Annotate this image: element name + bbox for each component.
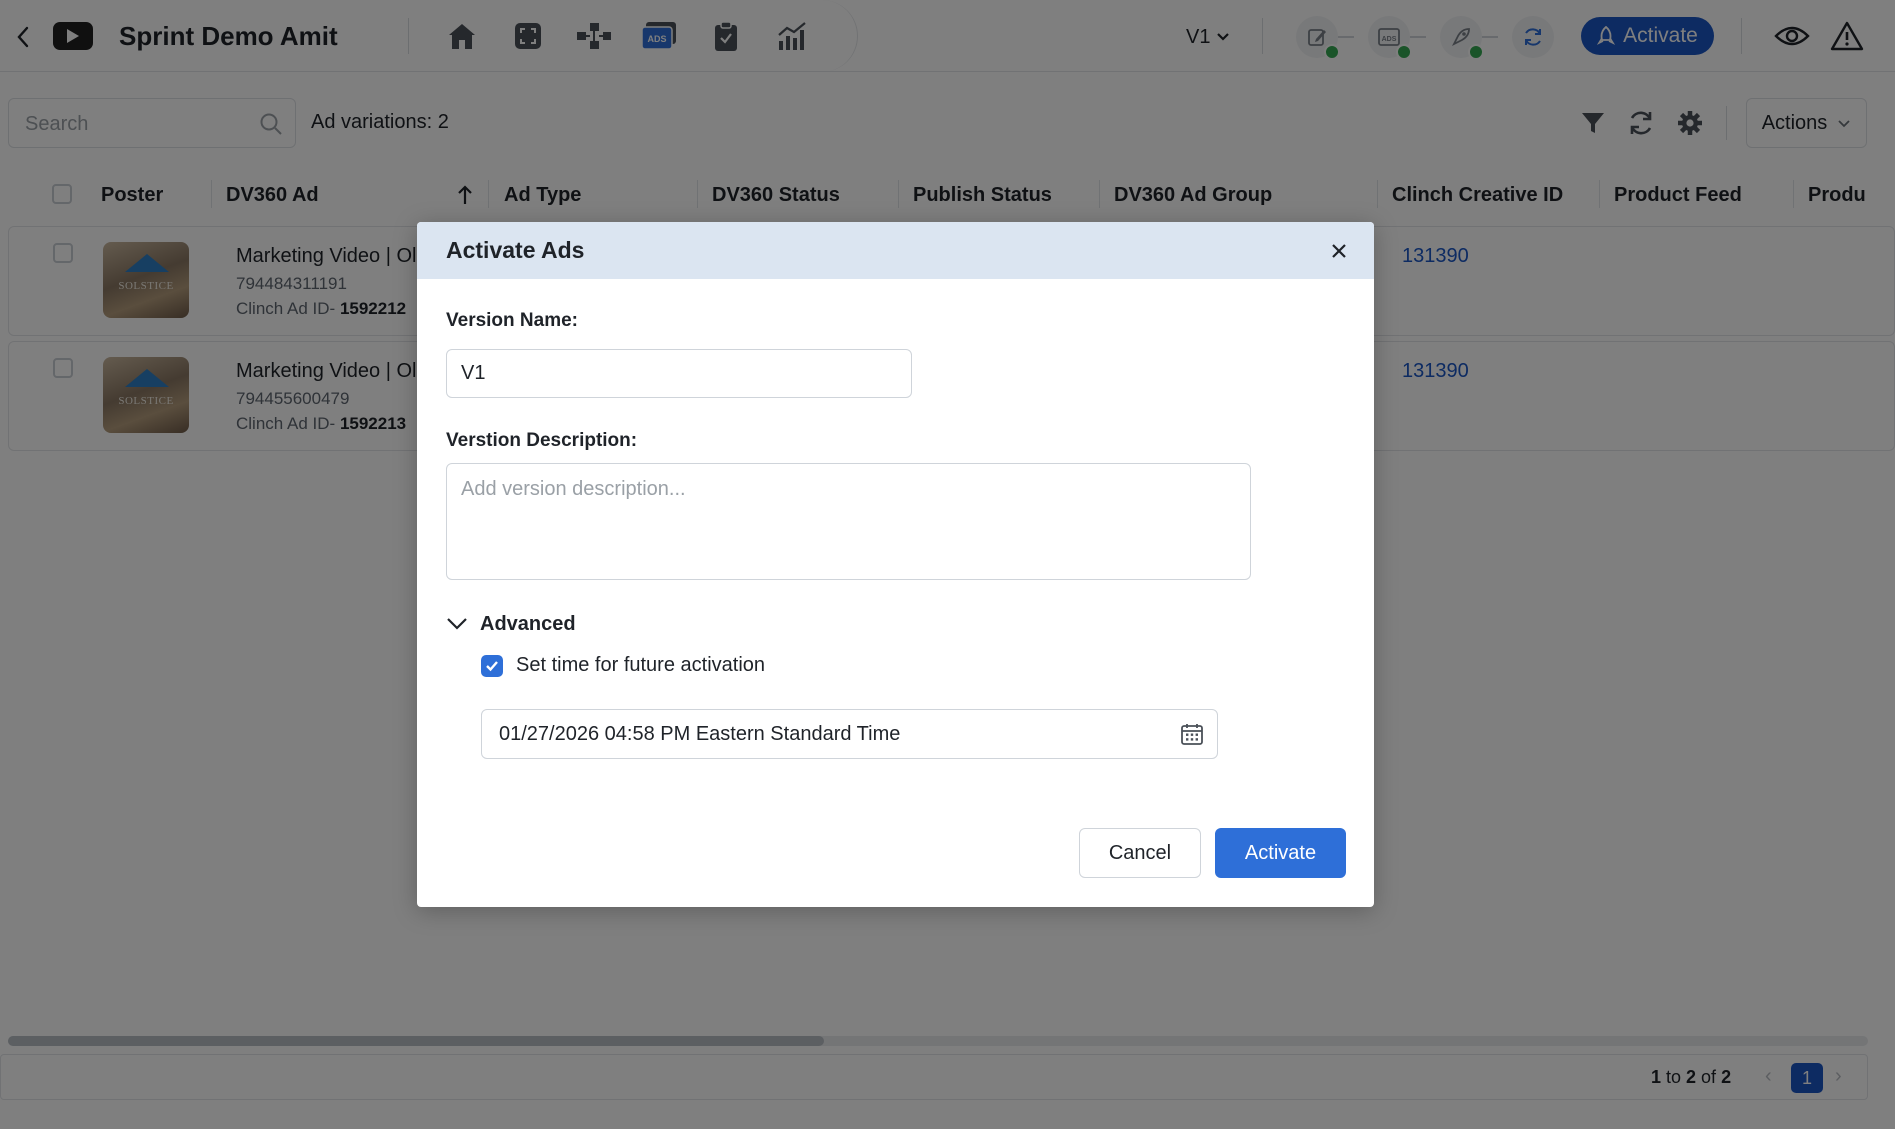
- close-button[interactable]: [1324, 236, 1354, 266]
- dialog-title: Activate Ads: [446, 237, 585, 263]
- dialog-header: Activate Ads: [417, 222, 1374, 279]
- version-description-input[interactable]: [446, 463, 1251, 580]
- advanced-label: Advanced: [480, 612, 576, 635]
- activate-button[interactable]: Activate: [1215, 828, 1346, 878]
- calendar-icon[interactable]: [1180, 722, 1204, 746]
- activation-datetime-value: 01/27/2026 04:58 PM Eastern Standard Tim…: [499, 723, 901, 745]
- cancel-button[interactable]: Cancel: [1079, 828, 1201, 878]
- version-name-input[interactable]: [446, 349, 912, 398]
- close-icon: [1332, 244, 1346, 258]
- checkbox-checked-icon[interactable]: [481, 654, 503, 677]
- activate-ads-dialog: Activate Ads Version Name: Verstion Desc…: [417, 222, 1374, 907]
- version-name-label: Version Name:: [446, 310, 578, 331]
- advanced-toggle[interactable]: Advanced: [446, 611, 576, 637]
- version-description-label: Verstion Description:: [446, 430, 638, 451]
- activation-datetime-picker[interactable]: 01/27/2026 04:58 PM Eastern Standard Tim…: [481, 709, 1218, 759]
- chevron-down-icon: [447, 618, 467, 630]
- future-activation-checkbox[interactable]: Set time for future activation: [481, 654, 765, 677]
- future-activation-label: Set time for future activation: [516, 654, 766, 676]
